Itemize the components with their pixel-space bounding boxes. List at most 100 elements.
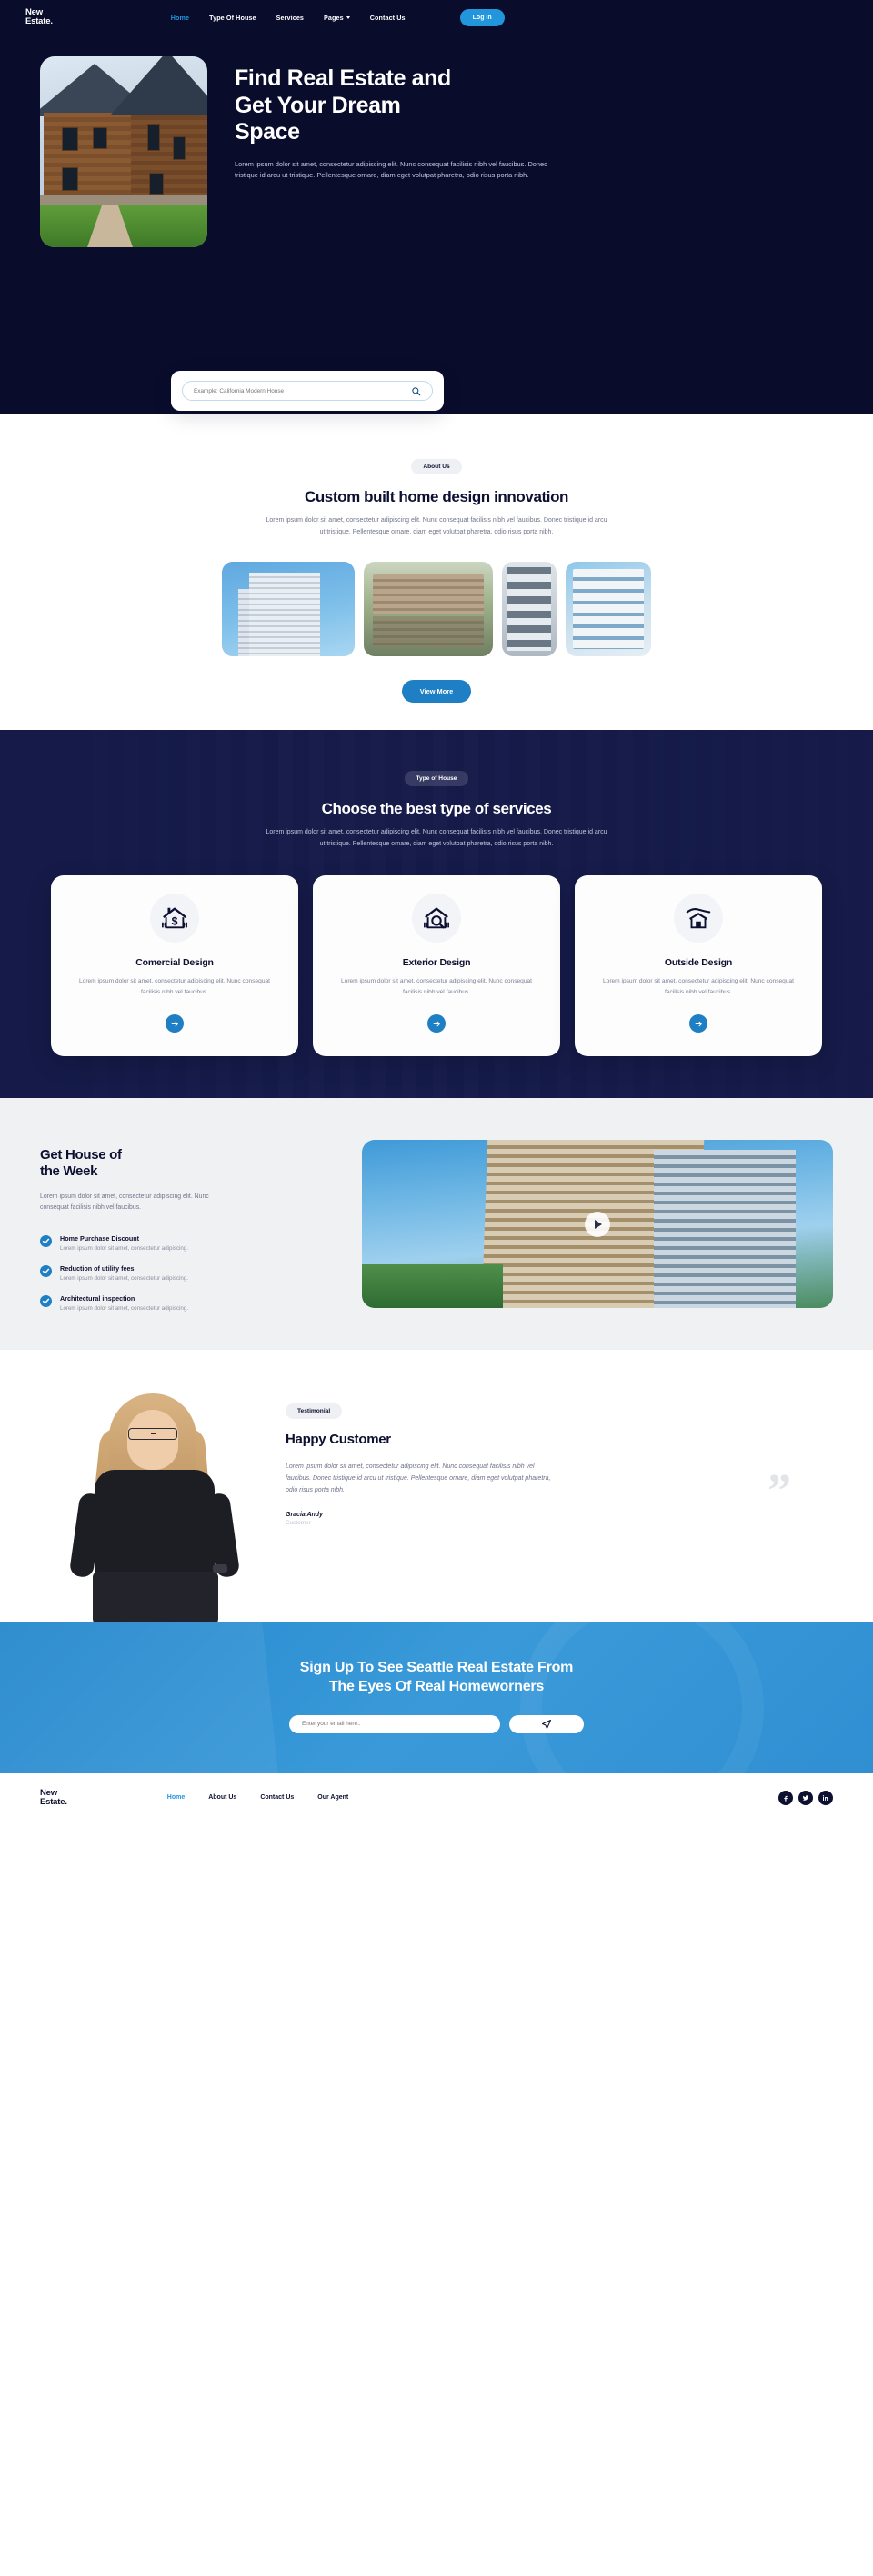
week-feature-item: Architectural inspection Lorem ipsum dol… [40,1294,331,1312]
hero-house-image [40,56,207,247]
footer-link-about-us[interactable]: About Us [208,1794,236,1801]
glasses-icon [128,1428,177,1441]
newsletter-form [40,1714,833,1733]
testimonial-author: Gracia Andy [286,1512,323,1519]
hero-section: New Estate. Home Type Of House Services … [0,0,873,414]
gallery-image-1[interactable] [222,562,355,657]
house-dollar-icon: $ [161,907,188,929]
nav-item-pages[interactable]: Pages [324,14,350,22]
arrow-right-icon [171,1021,178,1026]
week-feature-list: Home Purchase Discount Lorem ipsum dolor… [40,1234,331,1312]
nav-item-home-label: Home [170,13,190,22]
play-button[interactable] [585,1211,610,1237]
week-subtitle: Lorem ipsum dolor sit amet, consectetur … [40,1193,209,1212]
footer-socials [778,1790,833,1805]
week-feature-title: Home Purchase Discount [60,1234,140,1243]
nav-item-contact-us[interactable]: Contact Us [370,14,406,22]
arrow-right-icon [433,1021,440,1026]
search-box[interactable] [182,381,433,401]
service-desc: Lorem ipsum dolor sit amet, consectetur … [78,978,270,996]
nav-item-contact-us-label: Contact Us [369,13,406,22]
testimonial-section: Testimonial Happy Customer Lorem ipsum d… [0,1350,873,1625]
week-feature-title: Architectural inspection [60,1294,135,1303]
gallery-image-2[interactable] [364,562,493,657]
hero-subtitle: Lorem ipsum dolor sit amet, consectetur … [235,159,547,180]
paper-plane-icon [542,1719,551,1729]
testimonial-photo [40,1386,267,1625]
week-feature-desc: Lorem ipsum dolor sit amet, consectetur … [60,1245,189,1253]
landing-page: New Estate. Home Type Of House Services … [0,0,873,1822]
nav-item-services[interactable]: Services [276,14,304,22]
footer-link-contact-us[interactable]: Contact Us [260,1794,294,1801]
quote-mark-icon: ” [768,1465,791,1518]
nav-item-services-label: Services [276,13,305,22]
footer-link-home[interactable]: Home [167,1794,185,1801]
week-video-thumbnail[interactable] [362,1140,833,1309]
logo[interactable]: New Estate. [25,8,53,26]
nav-item-pages-label: Pages [324,13,344,22]
about-subtitle: Lorem ipsum dolor sit amet, consectetur … [266,517,607,535]
gallery-image-3[interactable] [502,562,557,657]
service-icon-wrap [674,894,723,944]
services-bottom-spacer [0,1056,873,1098]
about-badge: About Us [411,459,462,474]
service-card[interactable]: Exterior Design Lorem ipsum dolor sit am… [313,875,560,1057]
services-card-list: $ Comercial Design Lorem ipsum dolor sit… [0,875,873,1057]
footer-links: Home About Us Contact Us Our Agent [167,1794,348,1801]
newsletter-title: Sign Up To See Seattle Real Estate From … [299,1660,574,1695]
play-icon [595,1219,602,1229]
nav-item-type-of-house[interactable]: Type Of House [209,14,256,22]
footer-link-our-agent[interactable]: Our Agent [317,1794,348,1801]
about-section: About Us Custom built home design innova… [0,414,873,731]
linkedin-icon[interactable] [818,1790,833,1805]
newsletter-email-input[interactable] [289,1714,500,1733]
footer-logo-line-2: Estate. [40,1796,67,1807]
check-circle-icon [40,1235,52,1248]
facebook-icon[interactable] [778,1790,793,1805]
service-desc: Lorem ipsum dolor sit amet, consectetur … [602,978,794,996]
week-feature-item: Reduction of utility fees Lorem ipsum do… [40,1264,331,1282]
week-feature-desc: Lorem ipsum dolor sit amet, consectetur … [60,1305,189,1313]
service-title: Exterior Design [402,957,471,969]
main-navigation: New Estate. Home Type Of House Services … [0,0,873,35]
gallery-image-4[interactable] [566,562,651,657]
service-desc: Lorem ipsum dolor sit amet, consectetur … [340,978,532,996]
week-copy: Get House of the Week Lorem ipsum dolor … [40,1140,331,1312]
hero-title: Find Real Estate and Get Your Dream Spac… [235,65,451,145]
testimonial-quote: Lorem ipsum dolor sit amet, consectetur … [286,1463,551,1494]
footer: New Estate. Home About Us Contact Us Our… [0,1772,873,1822]
login-button[interactable]: Log In [459,8,505,26]
testimonial-copy: Testimonial Happy Customer Lorem ipsum d… [286,1386,558,1622]
svg-text:$: $ [172,915,178,928]
nav-links: Home Type Of House Services Pages Contac… [171,8,505,26]
nav-item-type-of-house-label: Type Of House [209,13,256,22]
service-icon-wrap [412,894,461,944]
testimonial-badge: Testimonial [286,1403,343,1420]
view-more-button[interactable]: View More [401,680,472,704]
search-input[interactable] [194,387,411,394]
house-hand-icon [686,908,711,929]
service-arrow-button[interactable] [689,1014,707,1033]
week-feature-item: Home Purchase Discount Lorem ipsum dolor… [40,1234,331,1252]
newsletter-section: Sign Up To See Seattle Real Estate From … [0,1622,873,1773]
house-magnifier-icon [424,907,449,929]
twitter-icon[interactable] [798,1790,813,1805]
service-arrow-button[interactable] [166,1014,184,1033]
testimonial-title: Happy Customer [286,1432,391,1448]
search-icon[interactable] [411,386,421,396]
footer-logo[interactable]: New Estate. [40,1788,67,1807]
testimonial-role: Customer [286,1520,311,1527]
service-title: Comercial Design [135,957,214,969]
services-title: Choose the best type of services [321,800,552,818]
chevron-down-icon [346,15,350,19]
newsletter-submit-button[interactable] [509,1714,584,1733]
service-card[interactable]: $ Comercial Design Lorem ipsum dolor sit… [51,875,298,1057]
arrow-right-icon [695,1021,702,1026]
week-feature-title: Reduction of utility fees [60,1264,135,1273]
service-card[interactable]: Outside Design Lorem ipsum dolor sit ame… [575,875,822,1057]
about-title: Custom built home design innovation [304,488,569,505]
logo-line-2: Estate. [25,16,53,26]
service-arrow-button[interactable] [427,1014,446,1033]
nav-item-home[interactable]: Home [171,14,189,22]
service-title: Outside Design [664,957,733,969]
